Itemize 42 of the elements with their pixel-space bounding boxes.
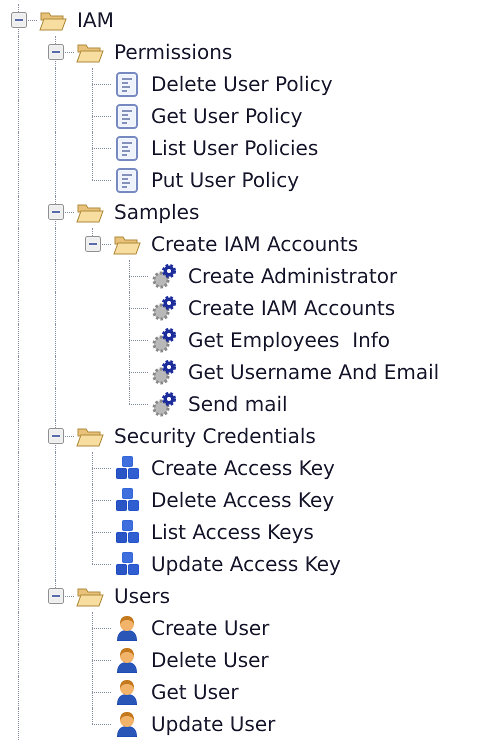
cubes-icon xyxy=(113,518,141,546)
tree-item-label[interactable]: Delete User xyxy=(151,647,269,673)
tree-item-label[interactable]: Create Access Key xyxy=(151,455,335,481)
tree-item-label[interactable]: Delete Access Key xyxy=(151,487,334,513)
tree-item-label[interactable]: Get Username And Email xyxy=(188,359,440,385)
collapse-button[interactable] xyxy=(48,44,64,60)
tree-item-label[interactable]: List User Policies xyxy=(151,135,318,161)
cubes-icon xyxy=(113,486,141,514)
document-icon xyxy=(113,70,141,98)
gear-icon xyxy=(150,326,178,354)
cubes-icon xyxy=(113,454,141,482)
tree-item-label[interactable]: Get User Policy xyxy=(151,103,302,129)
tree-item-label[interactable]: Create Administrator xyxy=(188,263,398,289)
gear-icon xyxy=(150,294,178,322)
collapse-button[interactable] xyxy=(11,12,27,28)
document-icon xyxy=(113,166,141,194)
gear-icon xyxy=(150,390,178,418)
gear-icon xyxy=(150,262,178,290)
collapse-button[interactable] xyxy=(48,588,64,604)
collapse-button[interactable] xyxy=(48,204,64,220)
tree-item-label[interactable]: Delete User Policy xyxy=(151,71,333,97)
tree-item-label[interactable]: List Access Keys xyxy=(151,519,314,545)
tree-item-label[interactable]: Get User xyxy=(151,679,239,705)
tree-item-label[interactable]: IAM xyxy=(77,7,114,33)
tree-item-label[interactable]: Create User xyxy=(151,615,270,641)
tree-item-label[interactable]: Samples xyxy=(114,199,200,225)
tree-item-label[interactable]: Security Credentials xyxy=(114,423,316,449)
gear-icon xyxy=(150,358,178,386)
tree-item-label[interactable]: Update User xyxy=(151,711,276,737)
collapse-button[interactable] xyxy=(48,428,64,444)
collapse-button[interactable] xyxy=(85,236,101,252)
cubes-icon xyxy=(113,550,141,578)
tree-item-label[interactable]: Put User Policy xyxy=(151,167,300,193)
tree-item-label[interactable]: Create IAM Accounts xyxy=(151,231,358,257)
tree-item-label[interactable]: Get Employees Info xyxy=(188,327,390,353)
tree-item-label[interactable]: Permissions xyxy=(114,39,232,65)
document-icon xyxy=(113,134,141,162)
tree-item-label[interactable]: Update Access Key xyxy=(151,551,341,577)
document-icon xyxy=(113,102,141,130)
tree-item-label[interactable]: Create IAM Accounts xyxy=(188,295,396,321)
tree-item-label[interactable]: Send mail xyxy=(188,391,288,417)
tree-item-label[interactable]: Users xyxy=(114,583,170,609)
